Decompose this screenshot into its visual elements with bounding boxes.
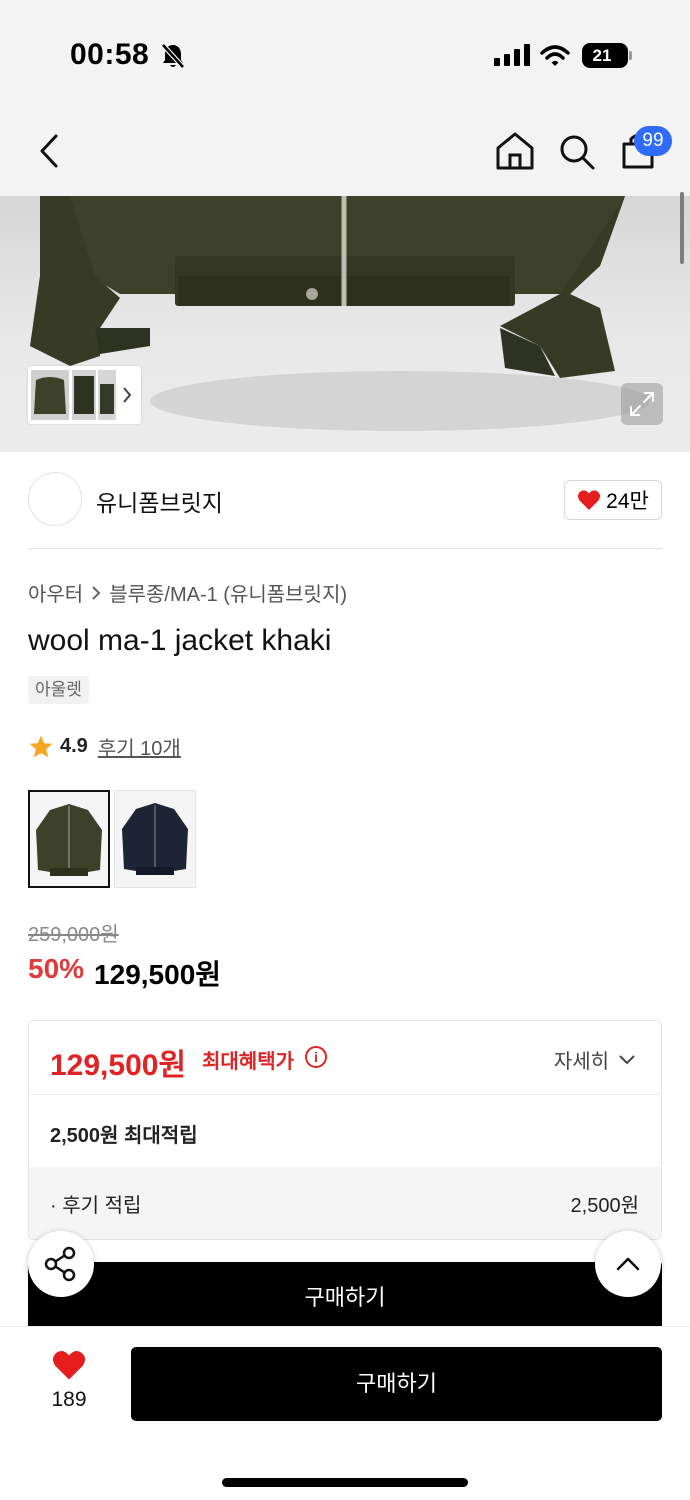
review-count-link[interactable]: 후기 10개	[98, 732, 181, 761]
divider	[28, 548, 662, 549]
discount-rate: 50%	[28, 953, 85, 984]
sale-price-row: 50% 129,500원	[28, 953, 221, 993]
product-like-button[interactable]: 189	[40, 1349, 98, 1412]
scroll-to-top-button[interactable]	[595, 1231, 661, 1297]
product-like-count: 189	[51, 1388, 87, 1411]
color-option-khaki[interactable]	[28, 790, 110, 888]
rating-score: 4.9	[60, 735, 88, 757]
review-points-row: · 후기 적립 2,500원	[29, 1167, 661, 1239]
heart-icon	[578, 490, 601, 510]
review-points-label: · 후기 적립	[50, 1195, 142, 1217]
chevron-down-icon	[619, 1054, 635, 1064]
wifi-icon	[540, 45, 570, 66]
info-icon[interactable]: i	[305, 1046, 327, 1068]
breadcrumb: 아우터 블루종/MA-1 (유니폼브릿지)	[28, 578, 347, 607]
brand-name[interactable]: 유니폼브릿지	[96, 484, 223, 518]
share-button[interactable]	[28, 1231, 94, 1297]
share-icon	[44, 1246, 76, 1282]
breadcrumb-item-category[interactable]: 블루종/MA-1 (유니폼브릿지)	[109, 578, 347, 607]
status-bar: 00:58 21	[0, 0, 690, 110]
color-option-navy[interactable]	[114, 790, 196, 888]
star-icon	[29, 735, 53, 757]
image-thumbnail-strip[interactable]	[28, 366, 141, 424]
cellular-signal-icon	[494, 44, 530, 66]
buy-button[interactable]: 구매하기	[131, 1347, 662, 1421]
cart-count-badge: 99	[634, 126, 672, 156]
thumbnail-images	[31, 370, 132, 420]
khaki-jacket-thumbnail	[36, 804, 102, 876]
original-price: 259,000원	[28, 924, 119, 946]
battery-icon: 21	[582, 43, 632, 68]
battery-level: 21	[592, 46, 612, 65]
scroll-indicator[interactable]	[680, 192, 684, 264]
status-time: 00:58	[70, 38, 150, 71]
divider	[29, 1094, 661, 1095]
sale-price: 129,500원	[94, 959, 222, 990]
expand-image-button[interactable]	[621, 383, 663, 425]
bell-off-icon	[161, 43, 185, 69]
chevron-up-icon	[616, 1257, 640, 1271]
expand-icon	[630, 392, 654, 416]
rating-row: 4.9 후기 10개	[28, 732, 181, 761]
outlet-tag: 아울렛	[28, 676, 89, 704]
search-icon[interactable]	[556, 128, 598, 174]
product-title: wool ma-1 jacket khaki	[28, 624, 332, 657]
breadcrumb-item-outer[interactable]: 아우터	[28, 578, 83, 607]
inline-buy-button[interactable]: 구매하기	[28, 1262, 662, 1326]
heart-icon	[52, 1351, 86, 1380]
review-points-value: 2,500원	[570, 1195, 639, 1217]
benefit-detail-toggle[interactable]: 자세히	[554, 1045, 637, 1074]
max-points: 2,500원 최대적립	[50, 1125, 198, 1147]
max-benefit-label: 최대혜택가	[202, 1051, 294, 1073]
navy-jacket-thumbnail	[122, 803, 188, 875]
home-icon[interactable]	[494, 128, 536, 174]
detail-toggle-label: 자세히	[553, 1051, 609, 1073]
bottom-action-bar: 189 구매하기	[0, 1326, 690, 1500]
brand-logo[interactable]	[28, 472, 82, 526]
max-benefit-panel: 129,500원 최대혜택가 i 자세히 2,500원 최대적립 · 후기 적립…	[28, 1020, 662, 1240]
nav-bar	[0, 110, 690, 196]
back-arrow-icon[interactable]	[34, 128, 64, 174]
brand-like-button[interactable]: 24만	[564, 480, 662, 520]
chevron-right-icon	[92, 585, 101, 600]
max-benefit-price: 129,500원	[50, 1049, 187, 1082]
brand-row: 유니폼브릿지 24만	[28, 472, 662, 528]
brand-like-count: 24만	[606, 490, 649, 513]
home-indicator	[222, 1478, 468, 1487]
